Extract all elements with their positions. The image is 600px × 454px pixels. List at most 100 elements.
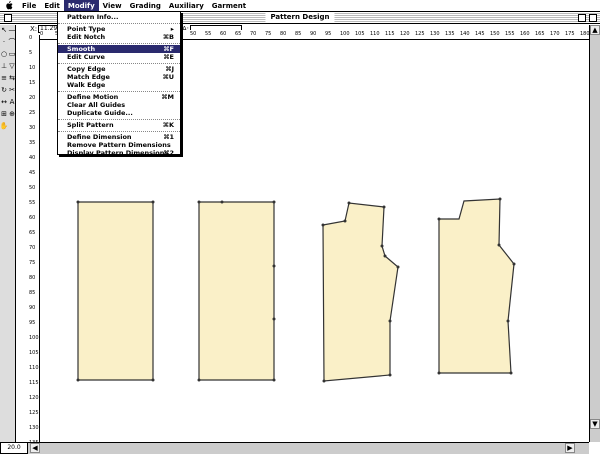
arrow-tool-icon[interactable]: ↖	[0, 26, 8, 35]
ruler-tick-label: 160	[520, 31, 530, 37]
ruler-tick-label: 120	[400, 31, 410, 37]
modify-menu-item[interactable]: Split Pattern ⌘K	[58, 121, 180, 129]
menu-item-shortcut: ⌘2	[163, 149, 174, 157]
ruler-tick-label: 0	[29, 35, 33, 41]
ruler-tick-label: 135	[445, 31, 455, 37]
mirror-tool-icon[interactable]: ⇆	[8, 74, 16, 83]
modify-menu-item[interactable]: Clear All Guides	[58, 101, 180, 109]
pleat-tool-icon[interactable]: ≡	[0, 74, 8, 83]
pattern-piece-bodice-back[interactable]	[438, 198, 515, 374]
ruler-tick-label: 175	[565, 31, 575, 37]
ruler-tick-label: 50	[29, 185, 36, 191]
point-tool-icon[interactable]: ·	[0, 38, 8, 47]
menu-separator	[58, 131, 180, 132]
zoom-tool-icon[interactable]: ⊕	[8, 110, 16, 119]
ruler-tick-label: 90	[310, 31, 317, 37]
menu-file[interactable]: File	[18, 0, 40, 12]
menu-item-label: Split Pattern	[67, 121, 114, 129]
zoom-box-icon[interactable]	[578, 14, 586, 22]
collapse-box-icon[interactable]	[589, 14, 597, 22]
ruler-tick-label: 140	[460, 31, 470, 37]
menu-item-label: Edit Notch	[67, 33, 106, 41]
dart-tool-icon[interactable]: ▽	[8, 62, 16, 71]
measure-tool-icon[interactable]: ↔	[0, 98, 8, 107]
vertical-scrollbar[interactable]: ▲ ▼	[589, 25, 600, 442]
ruler-tick-label: 130	[430, 31, 440, 37]
menu-item-label: Match Edge	[67, 73, 110, 81]
ruler-tick-label: 100	[29, 335, 39, 341]
menu-item-label: Point Type	[67, 25, 106, 33]
modify-menu-item[interactable]: Walk Edge	[58, 81, 180, 89]
modify-menu-item[interactable]: Define Dimension ⌘1	[58, 133, 180, 141]
apple-menu-icon[interactable]	[0, 0, 18, 12]
menu-item-label: Remove Pattern Dimensions	[67, 141, 171, 149]
ruler-tick-label: 170	[550, 31, 560, 37]
modify-menu-item[interactable]: Pattern Info...	[58, 13, 180, 21]
modify-menu-item[interactable]: Remove Pattern Dimensions	[58, 141, 180, 149]
ruler-tick-label: 15	[29, 80, 36, 86]
ruler-tick-label: 10	[29, 65, 36, 71]
menu-item-label: Define Motion	[67, 93, 119, 101]
menu-auxiliary[interactable]: Auxiliary	[165, 0, 208, 12]
menu-item-label: Smooth	[67, 45, 96, 53]
ruler-tick-label: 90	[29, 305, 36, 311]
text-tool-icon[interactable]: A	[8, 98, 16, 107]
ruler-tick-label: 115	[385, 31, 395, 37]
pattern-piece-sleeve-right[interactable]	[198, 201, 275, 381]
menu-modify[interactable]: Modify	[63, 0, 99, 12]
rectangle-tool-icon[interactable]: ▭	[8, 50, 16, 59]
grade-tool-icon[interactable]: ⊞	[0, 110, 8, 119]
ruler-tick-label: 115	[29, 380, 39, 386]
menu-item-shortcut: ⌘1	[163, 133, 174, 141]
modify-menu-item[interactable]: Duplicate Guide...	[58, 109, 180, 117]
ruler-tick-label: 5	[29, 50, 33, 56]
menu-separator	[58, 43, 180, 44]
scroll-right-icon[interactable]: ▶	[565, 443, 575, 453]
tool-palette: ↖ — · ⌒ ○ ▭ ⊥ ▽ ≡ ⇆ ↻ ✂ ↔ A ⊞ ⊕ ✋	[0, 25, 16, 442]
close-box-icon[interactable]	[4, 14, 12, 22]
horizontal-scrollbar[interactable]: ◀ ▶	[16, 442, 589, 454]
ruler-tick-label: 35	[29, 140, 36, 146]
menu-separator	[58, 63, 180, 64]
ruler-tick-label: 60	[220, 31, 227, 37]
modify-menu-item[interactable]: Smooth ⌘F	[58, 45, 180, 53]
ruler-tick-label: 130	[29, 425, 39, 431]
curve-tool-icon[interactable]: ⌒	[8, 38, 16, 47]
zoom-level-field[interactable]: 20.0	[0, 442, 28, 454]
menu-grading[interactable]: Grading	[126, 0, 165, 12]
pattern-piece-sleeve-left[interactable]	[77, 201, 154, 381]
modify-menu-item[interactable]: Display Pattern Dimensions ⌘2	[58, 149, 180, 157]
menu-edit[interactable]: Edit	[40, 0, 64, 12]
ruler-tick-label: 70	[29, 245, 36, 251]
menu-item-label: Duplicate Guide...	[67, 109, 133, 117]
rotate-tool-icon[interactable]: ↻	[0, 86, 8, 95]
circle-tool-icon[interactable]: ○	[0, 50, 8, 59]
modify-menu-item[interactable]: Match Edge ⌘U	[58, 73, 180, 81]
modify-menu-item[interactable]: Point Type ▸	[58, 25, 180, 33]
pattern-piece-bodice-front[interactable]	[322, 202, 399, 382]
menu-separator	[58, 91, 180, 92]
ruler-tick-label: 45	[29, 170, 36, 176]
ruler-tick-label: 85	[29, 290, 36, 296]
scroll-up-icon[interactable]: ▲	[590, 25, 600, 35]
ruler-tick-label: 20	[29, 95, 36, 101]
ruler-tick-label: 80	[29, 275, 36, 281]
modify-menu-item[interactable]: Edit Notch ⌘B	[58, 33, 180, 41]
menu-garment[interactable]: Garment	[208, 0, 250, 12]
menu-item-label: Edit Curve	[67, 53, 105, 61]
ruler-tick-label: 165	[535, 31, 545, 37]
hand-tool-icon[interactable]: ✋	[0, 122, 8, 131]
modify-menu-item[interactable]: Copy Edge ⌘J	[58, 65, 180, 73]
menu-item-label: Copy Edge	[67, 65, 106, 73]
modify-menu-item[interactable]: Define Motion ⌘M	[58, 93, 180, 101]
menu-item-shortcut: ⌘E	[163, 53, 174, 61]
cut-tool-icon[interactable]: ✂	[8, 86, 16, 95]
ruler-tick-label: 120	[29, 395, 39, 401]
notch-tool-icon[interactable]: ⊥	[0, 62, 8, 71]
line-tool-icon[interactable]: —	[8, 26, 16, 35]
modify-menu-item[interactable]: Edit Curve ⌘E	[58, 53, 180, 61]
ruler-tick-label: 55	[205, 31, 212, 37]
menu-view[interactable]: View	[99, 0, 126, 12]
scroll-left-icon[interactable]: ◀	[30, 443, 40, 453]
scroll-down-icon[interactable]: ▼	[590, 419, 600, 429]
